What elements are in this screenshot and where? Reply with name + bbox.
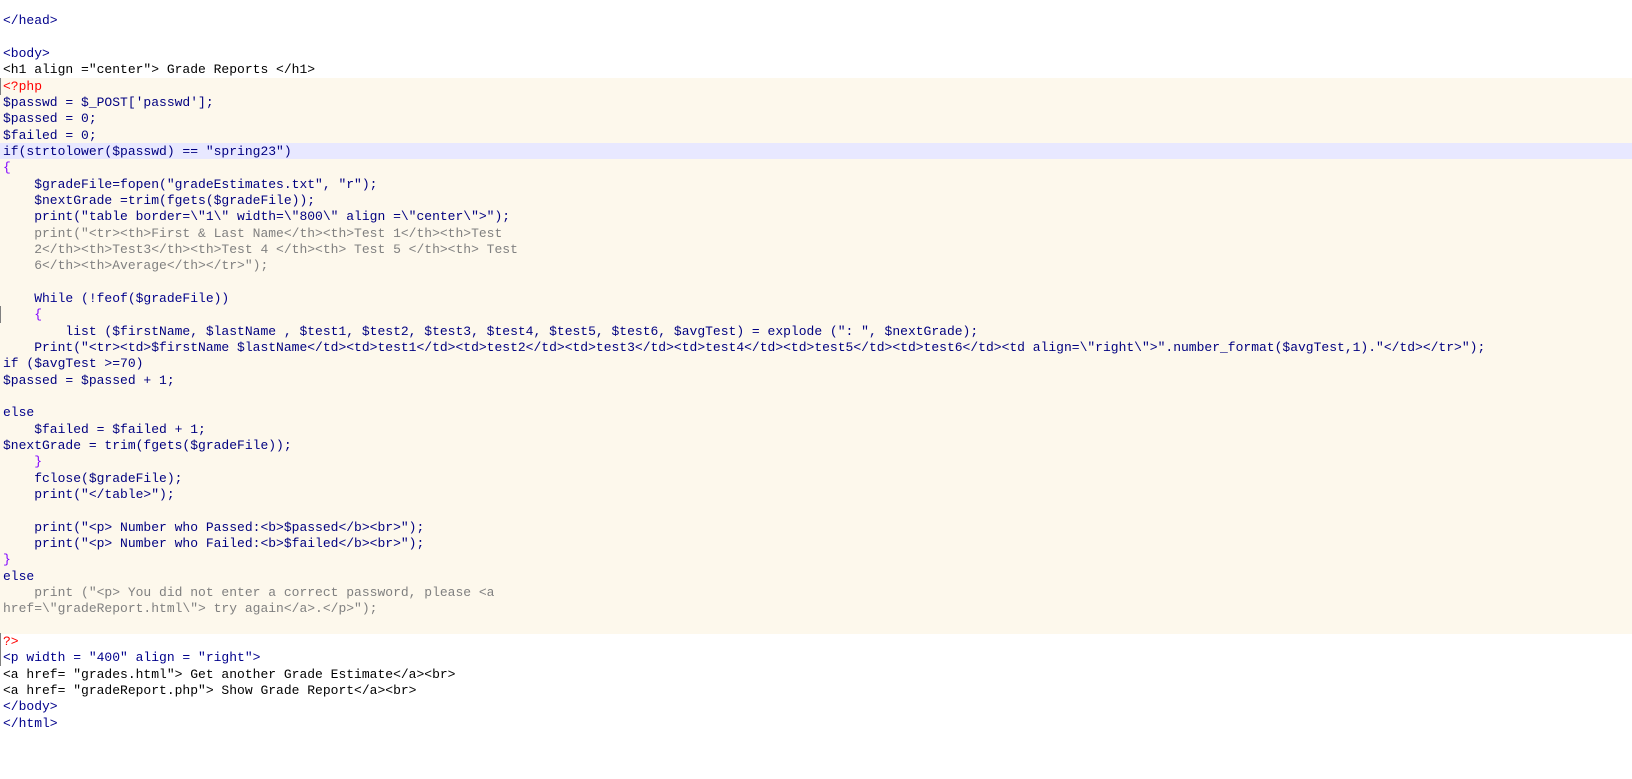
- code-line[interactable]: $passwd = $_POST['passwd'];: [0, 94, 1632, 111]
- code-text: 6</th><th>Average</th></tr>");: [3, 258, 269, 273]
- code-text: <?php: [3, 79, 43, 94]
- code-text: <h1 align ="center"> Grade Reports </h1>: [3, 62, 316, 77]
- code-text: else: [3, 569, 35, 584]
- code-line[interactable]: print("<tr><th>First & Last Name</th><th…: [0, 225, 1632, 242]
- code-line[interactable]: <p width = "400" align = "right">: [0, 649, 260, 666]
- code-line[interactable]: $gradeFile=fopen("gradeEstimates.txt", "…: [0, 176, 1632, 193]
- code-text: print("<p> Number who Failed:<b>$failed<…: [3, 536, 425, 551]
- code-line[interactable]: 6</th><th>Average</th></tr>");: [0, 257, 1632, 274]
- code-line[interactable]: </head>: [0, 12, 58, 29]
- code-text: $failed = 0;: [3, 128, 97, 143]
- code-text: $passwd = $_POST['passwd'];: [3, 95, 214, 110]
- code-text: $passed = $passed + 1;: [3, 373, 175, 388]
- code-line[interactable]: 2</th><th>Test3</th><th>Test 4 </th><th>…: [0, 241, 1632, 258]
- code-text: While (!feof($gradeFile)): [3, 291, 230, 306]
- code-line[interactable]: [0, 29, 3, 46]
- code-text: else: [3, 405, 35, 420]
- code-line[interactable]: [0, 274, 1632, 291]
- code-line[interactable]: While (!feof($gradeFile)): [0, 290, 1632, 307]
- code-line[interactable]: print("<p> Number who Passed:<b>$passed<…: [0, 519, 1632, 536]
- code-text: print("<tr><th>First & Last Name</th><th…: [3, 226, 503, 241]
- code-text: fclose($gradeFile);: [3, 471, 183, 486]
- code-line[interactable]: print("table border=\"1\" width=\"800\" …: [0, 208, 1632, 225]
- code-text: Print("<tr><td>$firstName $lastName</td>…: [3, 340, 1486, 355]
- code-line[interactable]: print ("<p> You did not enter a correct …: [0, 584, 1632, 601]
- code-text: $failed = $failed + 1;: [3, 422, 206, 437]
- code-text: <a href= "gradeReport.php"> Show Grade R…: [3, 683, 417, 698]
- current-line[interactable]: if(strtolower($passwd) == "spring23"): [0, 143, 1632, 160]
- code-text: href=\"gradeReport.html\"> try again</a>…: [3, 601, 378, 616]
- code-text: $nextGrade =trim(fgets($gradeFile));: [3, 193, 316, 208]
- code-line[interactable]: $failed = $failed + 1;: [0, 421, 1632, 438]
- code-editor[interactable]: </head> <body> <h1 align ="center"> Grad…: [0, 0, 1632, 779]
- code-line[interactable]: }: [0, 453, 1632, 470]
- code-text: <a href= "grades.html"> Get another Grad…: [3, 667, 456, 682]
- code-text: $gradeFile=fopen("gradeEstimates.txt", "…: [3, 177, 378, 192]
- code-text: print ("<p> You did not enter a correct …: [3, 585, 495, 600]
- code-line[interactable]: }: [0, 551, 1632, 568]
- code-text: 2</th><th>Test3</th><th>Test 4 </th><th>…: [3, 242, 518, 257]
- code-text: <p width = "400" align = "right">: [3, 650, 261, 665]
- code-line[interactable]: $failed = 0;: [0, 127, 1632, 144]
- code-line[interactable]: $passed = 0;: [0, 110, 1632, 127]
- code-line[interactable]: [0, 502, 1632, 519]
- code-line[interactable]: if ($avgTest >=70): [0, 355, 1632, 372]
- code-text: }: [3, 552, 11, 567]
- code-text: {: [3, 160, 11, 175]
- code-text: $passed = 0;: [3, 111, 97, 126]
- code-line[interactable]: else: [0, 404, 1632, 421]
- code-line[interactable]: list ($firstName, $lastName , $test1, $t…: [0, 323, 1632, 340]
- code-text: {: [3, 307, 43, 322]
- code-text: print("table border=\"1\" width=\"800\" …: [3, 209, 511, 224]
- code-text: ?>: [3, 634, 19, 649]
- code-text: if ($avgTest >=70): [3, 356, 144, 371]
- code-text: $nextGrade = trim(fgets($gradeFile));: [3, 438, 292, 453]
- code-line[interactable]: <a href= "gradeReport.php"> Show Grade R…: [0, 682, 416, 699]
- code-text: list ($firstName, $lastName , $test1, $t…: [3, 324, 979, 339]
- code-line[interactable]: [0, 388, 1632, 405]
- code-text: if(strtolower($passwd) == "spring23"): [3, 144, 292, 159]
- fold-marker-icon: [0, 633, 1, 650]
- code-line[interactable]: </html>: [0, 715, 58, 732]
- code-line[interactable]: <body>: [0, 45, 50, 62]
- code-line[interactable]: $passed = $passed + 1;: [0, 372, 1632, 389]
- code-text: <body>: [3, 46, 50, 61]
- code-line[interactable]: <h1 align ="center"> Grade Reports </h1>: [0, 61, 315, 78]
- code-line[interactable]: fclose($gradeFile);: [0, 470, 1632, 487]
- code-line[interactable]: print("<p> Number who Failed:<b>$failed<…: [0, 535, 1632, 552]
- code-line[interactable]: {: [0, 306, 1632, 323]
- code-text: </body>: [3, 699, 58, 714]
- code-text: </html>: [3, 716, 58, 731]
- code-line[interactable]: ?>: [0, 633, 19, 650]
- code-line[interactable]: $nextGrade = trim(fgets($gradeFile));: [0, 437, 1632, 454]
- code-line[interactable]: Print("<tr><td>$firstName $lastName</td>…: [0, 339, 1632, 356]
- code-line[interactable]: href=\"gradeReport.html\"> try again</a>…: [0, 600, 1632, 617]
- code-text: }: [3, 454, 43, 469]
- code-line[interactable]: [0, 617, 1632, 634]
- fold-marker-icon: [0, 78, 1, 95]
- code-text: print("<p> Number who Passed:<b>$passed<…: [3, 520, 425, 535]
- code-line[interactable]: else: [0, 568, 1632, 585]
- code-text: print("</table>");: [3, 487, 175, 502]
- fold-marker-icon: [0, 649, 1, 666]
- code-text: </head>: [3, 13, 58, 28]
- code-line[interactable]: $nextGrade =trim(fgets($gradeFile));: [0, 192, 1632, 209]
- code-line[interactable]: <a href= "grades.html"> Get another Grad…: [0, 666, 455, 683]
- code-line[interactable]: </body>: [0, 698, 58, 715]
- code-line[interactable]: <?php: [0, 78, 1632, 95]
- fold-marker-icon: [0, 306, 1, 323]
- code-line[interactable]: print("</table>");: [0, 486, 1632, 503]
- code-line[interactable]: {: [0, 159, 1632, 176]
